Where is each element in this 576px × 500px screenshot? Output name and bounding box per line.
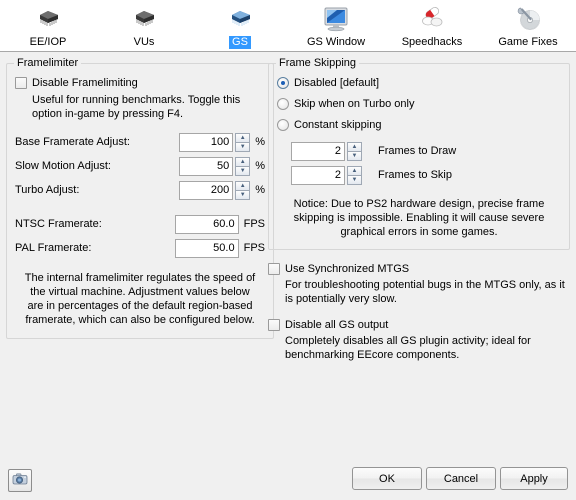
mtgs-option-block: Use Synchronized MTGS For troubleshootin… — [268, 262, 570, 306]
ntsc-framerate-input[interactable]: 60.0 — [174, 214, 239, 234]
pills-icon — [416, 4, 448, 34]
spinner-down-icon[interactable]: ▼ — [235, 166, 251, 176]
frames-to-draw-input[interactable]: 2 — [291, 141, 345, 161]
spinner-up-icon[interactable]: ▲ — [347, 165, 362, 175]
framelimiter-group-title: Framelimiter — [14, 57, 82, 69]
frame-skipping-group: Frame Skipping Disabled [default] Skip w… — [268, 57, 570, 250]
radio-constant-skipping[interactable] — [277, 119, 289, 131]
ntsc-framerate-unit: FPS — [243, 218, 265, 230]
use-synchronized-mtgs-checkbox[interactable] — [268, 263, 280, 275]
slow-motion-adjust-unit: % — [255, 160, 265, 172]
frames-to-draw-row: 2 ▲ ▼ Frames to Draw — [291, 141, 561, 161]
frames-to-draw-spinner[interactable]: ▲ ▼ — [347, 141, 362, 161]
frameskip-option-disabled[interactable]: Disabled [default] — [277, 76, 561, 90]
spinner-down-icon[interactable]: ▼ — [347, 175, 362, 185]
spinner-down-icon[interactable]: ▼ — [235, 142, 251, 152]
frame-skipping-notice: Notice: Due to PS2 hardware design, prec… — [293, 198, 545, 238]
apply-button[interactable]: Apply — [500, 467, 568, 490]
disable-framelimiting-checkbox[interactable] — [15, 77, 27, 89]
disable-framelimiting-row[interactable]: Disable Framelimiting — [15, 76, 265, 90]
settings-content: Framelimiter Disable Framelimiting Usefu… — [0, 53, 576, 462]
framelimiter-group: Framelimiter Disable Framelimiting Usefu… — [6, 57, 274, 339]
use-synchronized-mtgs-help: For troubleshooting potential bugs in th… — [285, 279, 565, 305]
spinner-up-icon[interactable]: ▲ — [347, 141, 362, 151]
frame-skipping-column: Frame Skipping Disabled [default] Skip w… — [268, 56, 570, 362]
tab-label: Speedhacks — [401, 36, 463, 48]
base-framerate-adjust-spinner[interactable]: ▲ ▼ — [235, 132, 251, 152]
tab-gs[interactable]: GS — [192, 0, 288, 52]
pal-framerate-input[interactable]: 50.0 — [174, 238, 239, 258]
turbo-adjust-row: Turbo Adjust: 200 ▲ ▼ % — [15, 180, 265, 200]
base-framerate-adjust-row: Base Framerate Adjust: 100 ▲ ▼ % — [15, 132, 265, 152]
base-framerate-adjust-label: Base Framerate Adjust: — [15, 136, 130, 148]
tab-ee-iop[interactable]: EE/IOP — [0, 0, 96, 52]
ntsc-framerate-label: NTSC Framerate: — [15, 218, 102, 230]
framelimiter-column: Framelimiter Disable Framelimiting Usefu… — [6, 56, 274, 339]
tab-label: GS — [229, 36, 251, 49]
radio-disabled-default[interactable] — [277, 77, 289, 89]
cancel-button[interactable]: Cancel — [426, 467, 496, 490]
slow-motion-adjust-input[interactable]: 50 — [179, 156, 234, 176]
turbo-adjust-unit: % — [255, 184, 265, 196]
frames-to-skip-row: 2 ▲ ▼ Frames to Skip — [291, 165, 561, 185]
tab-label: VUs — [133, 36, 155, 48]
radio-label: Constant skipping — [294, 119, 382, 131]
tab-label: GS Window — [306, 36, 366, 48]
screenshot-button[interactable] — [8, 469, 32, 492]
disable-all-gs-output-label: Disable all GS output — [285, 319, 389, 331]
tab-speedhacks[interactable]: Speedhacks — [384, 0, 480, 52]
pal-framerate-label: PAL Framerate: — [15, 242, 92, 254]
disable-all-gs-output-row[interactable]: Disable all GS output — [268, 318, 570, 332]
base-framerate-adjust-input[interactable]: 100 — [179, 132, 234, 152]
frame-skipping-group-title: Frame Skipping — [276, 57, 360, 69]
spinner-up-icon[interactable]: ▲ — [235, 132, 251, 142]
spinner-down-icon[interactable]: ▼ — [235, 190, 251, 200]
use-synchronized-mtgs-label: Use Synchronized MTGS — [285, 263, 410, 275]
cpu-chip-dark-icon — [32, 4, 64, 34]
disc-wrench-icon — [512, 4, 544, 34]
turbo-adjust-input[interactable]: 200 — [179, 180, 234, 200]
tab-bar: EE/IOP VUs GS GS Window Speedhacks Game … — [0, 0, 576, 52]
tab-gs-window[interactable]: GS Window — [288, 0, 384, 52]
slow-motion-adjust-spinner[interactable]: ▲ ▼ — [235, 156, 251, 176]
pal-framerate-row: PAL Framerate: 50.0 FPS — [15, 238, 265, 258]
cpu-chip-blue-icon — [224, 4, 256, 34]
disable-framelimiting-label: Disable Framelimiting — [32, 77, 138, 89]
frameskip-option-turbo-only[interactable]: Skip when on Turbo only — [277, 97, 561, 111]
slow-motion-adjust-row: Slow Motion Adjust: 50 ▲ ▼ % — [15, 156, 265, 176]
spinner-down-icon[interactable]: ▼ — [347, 151, 362, 161]
frames-to-skip-input[interactable]: 2 — [291, 165, 345, 185]
turbo-adjust-spinner[interactable]: ▲ ▼ — [235, 180, 251, 200]
camera-icon — [12, 472, 28, 489]
disable-gs-output-block: Disable all GS output Completely disable… — [268, 318, 570, 362]
spinner-up-icon[interactable]: ▲ — [235, 156, 251, 166]
frames-to-draw-label: Frames to Draw — [378, 145, 457, 157]
tab-label: EE/IOP — [29, 36, 67, 48]
disable-all-gs-output-checkbox[interactable] — [268, 319, 280, 331]
dialog-button-bar: OK Cancel Apply — [0, 462, 576, 500]
tab-vus[interactable]: VUs — [96, 0, 192, 52]
radio-label: Disabled [default] — [294, 77, 379, 89]
slow-motion-adjust-label: Slow Motion Adjust: — [15, 160, 111, 172]
base-framerate-adjust-unit: % — [255, 136, 265, 148]
tab-game-fixes[interactable]: Game Fixes — [480, 0, 576, 52]
cpu-chip-dark-icon — [128, 4, 160, 34]
ntsc-framerate-row: NTSC Framerate: 60.0 FPS — [15, 214, 265, 234]
frames-to-skip-label: Frames to Skip — [378, 169, 452, 181]
use-synchronized-mtgs-row[interactable]: Use Synchronized MTGS — [268, 262, 570, 276]
radio-skip-when-turbo-only[interactable] — [277, 98, 289, 110]
frameskip-option-constant[interactable]: Constant skipping — [277, 118, 561, 132]
framelimiter-notice: The internal framelimiter regulates the … — [24, 272, 256, 326]
disable-framelimiting-help: Useful for running benchmarks. Toggle th… — [32, 94, 241, 120]
ok-button[interactable]: OK — [352, 467, 422, 490]
radio-label: Skip when on Turbo only — [294, 98, 415, 110]
frames-to-skip-spinner[interactable]: ▲ ▼ — [347, 165, 362, 185]
monitor-icon — [320, 4, 352, 34]
turbo-adjust-label: Turbo Adjust: — [15, 184, 80, 196]
pal-framerate-unit: FPS — [243, 242, 265, 254]
disable-all-gs-output-help: Completely disables all GS plugin activi… — [285, 335, 531, 361]
spinner-up-icon[interactable]: ▲ — [235, 180, 251, 190]
tab-label: Game Fixes — [498, 36, 558, 48]
